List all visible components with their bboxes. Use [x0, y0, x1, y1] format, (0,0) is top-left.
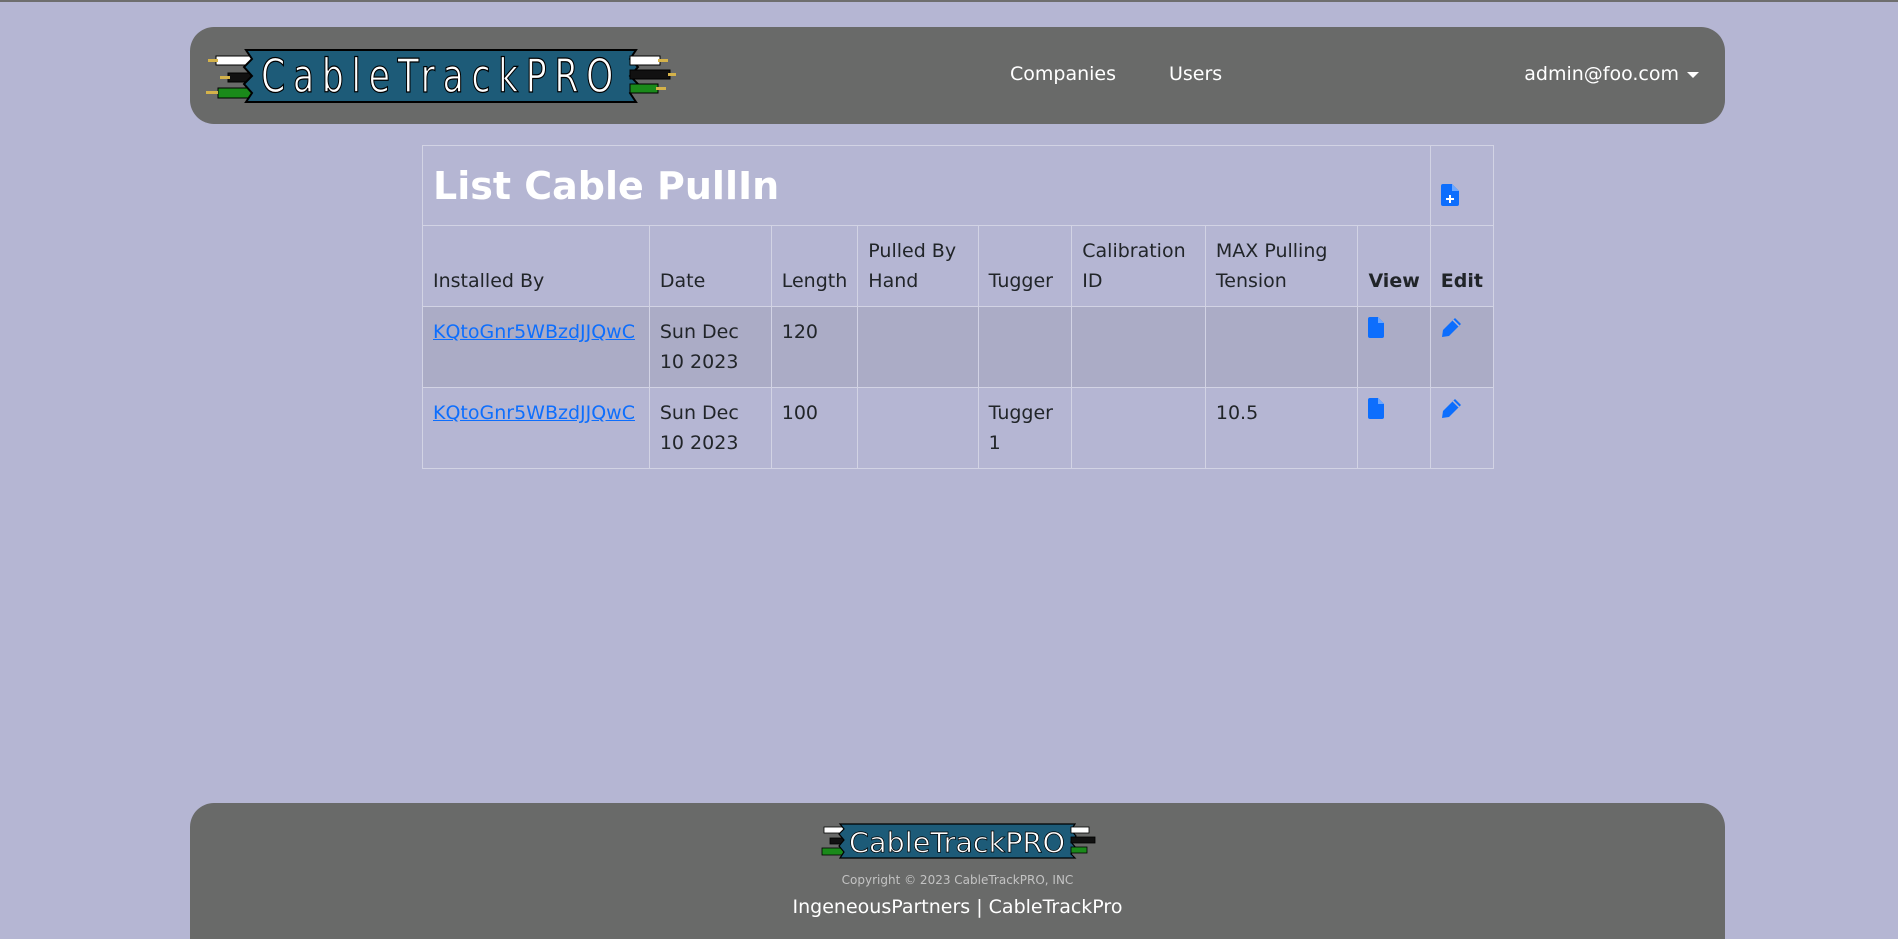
cell-max-pulling-tension: 10.5 [1204, 387, 1359, 469]
title-cell: List Cable PullIn [422, 145, 1431, 226]
header-max-pulling-tension: MAX Pulling Tension [1204, 225, 1359, 307]
cell-view [1357, 387, 1431, 469]
header-tugger: Tugger [977, 225, 1073, 307]
user-menu-dropdown[interactable]: admin@foo.com [1524, 65, 1699, 84]
cell-installed-by: KQtoGnr5WBzdJJQwC [422, 387, 650, 469]
file-icon[interactable] [1368, 317, 1385, 347]
header-pulled-by-hand: Pulled By Hand [857, 225, 979, 307]
cell-pulled-by-hand [857, 306, 979, 388]
navbar: CableTrackPRO Companies Users admin@foo.… [190, 27, 1725, 124]
table-row: KQtoGnr5WBzdJJQwC Sun Dec 10 2023 100 Tu… [422, 387, 1495, 469]
cell-edit [1429, 387, 1495, 469]
installed-by-link[interactable]: KQtoGnr5WBzdJJQwC [433, 402, 635, 424]
cell-pulled-by-hand [857, 387, 979, 469]
chevron-down-icon [1687, 71, 1699, 78]
add-cell [1429, 145, 1495, 226]
cell-tugger [977, 306, 1073, 388]
cell-max-pulling-tension [1204, 306, 1359, 388]
footer-logo: CableTrackPRO [816, 823, 1099, 859]
header-edit: Edit [1429, 225, 1495, 307]
cell-tugger: Tugger 1 [977, 387, 1073, 469]
copyright-text: Copyright © 2023 CableTrackPRO, INC [841, 873, 1074, 887]
cell-calibration-id [1071, 306, 1206, 388]
cell-edit [1429, 306, 1495, 388]
table-row: KQtoGnr5WBzdJJQwC Sun Dec 10 2023 120 [422, 306, 1495, 388]
cell-length: 100 [770, 387, 859, 469]
header-date: Date [648, 225, 772, 307]
installed-by-link[interactable]: KQtoGnr5WBzdJJQwC [433, 321, 635, 343]
header-calibration-id: Calibration ID [1071, 225, 1206, 307]
nav-companies-link[interactable]: Companies [1010, 65, 1116, 84]
header-length: Length [770, 225, 859, 307]
footer: CableTrackPRO Copyright © 2023 CableTrac… [190, 803, 1725, 939]
footer-links[interactable]: IngeneousPartners | CableTrackPro [190, 896, 1725, 918]
cell-date: Sun Dec 10 2023 [648, 306, 772, 388]
cell-calibration-id [1071, 387, 1206, 469]
header-installed-by: Installed By [422, 225, 650, 307]
cell-installed-by: KQtoGnr5WBzdJJQwC [422, 306, 650, 388]
cable-pullin-table: List Cable PullIn Installed By Date Leng… [422, 145, 1495, 469]
pencil-icon[interactable] [1441, 317, 1462, 347]
brand-logo-text: CableTrackPRO [261, 49, 621, 103]
cell-length: 120 [770, 306, 859, 388]
file-plus-icon[interactable] [1440, 184, 1459, 215]
cell-date: Sun Dec 10 2023 [648, 387, 772, 469]
footer-logo-text: CableTrackPRO [849, 826, 1065, 859]
brand-logo[interactable]: CableTrackPRO [206, 47, 676, 105]
nav-users-link[interactable]: Users [1169, 65, 1222, 84]
pencil-icon[interactable] [1441, 398, 1462, 428]
file-icon[interactable] [1368, 398, 1385, 428]
cell-view [1357, 306, 1431, 388]
page-title: List Cable PullIn [433, 164, 780, 208]
header-view: View [1357, 225, 1431, 307]
user-email: admin@foo.com [1524, 63, 1679, 85]
